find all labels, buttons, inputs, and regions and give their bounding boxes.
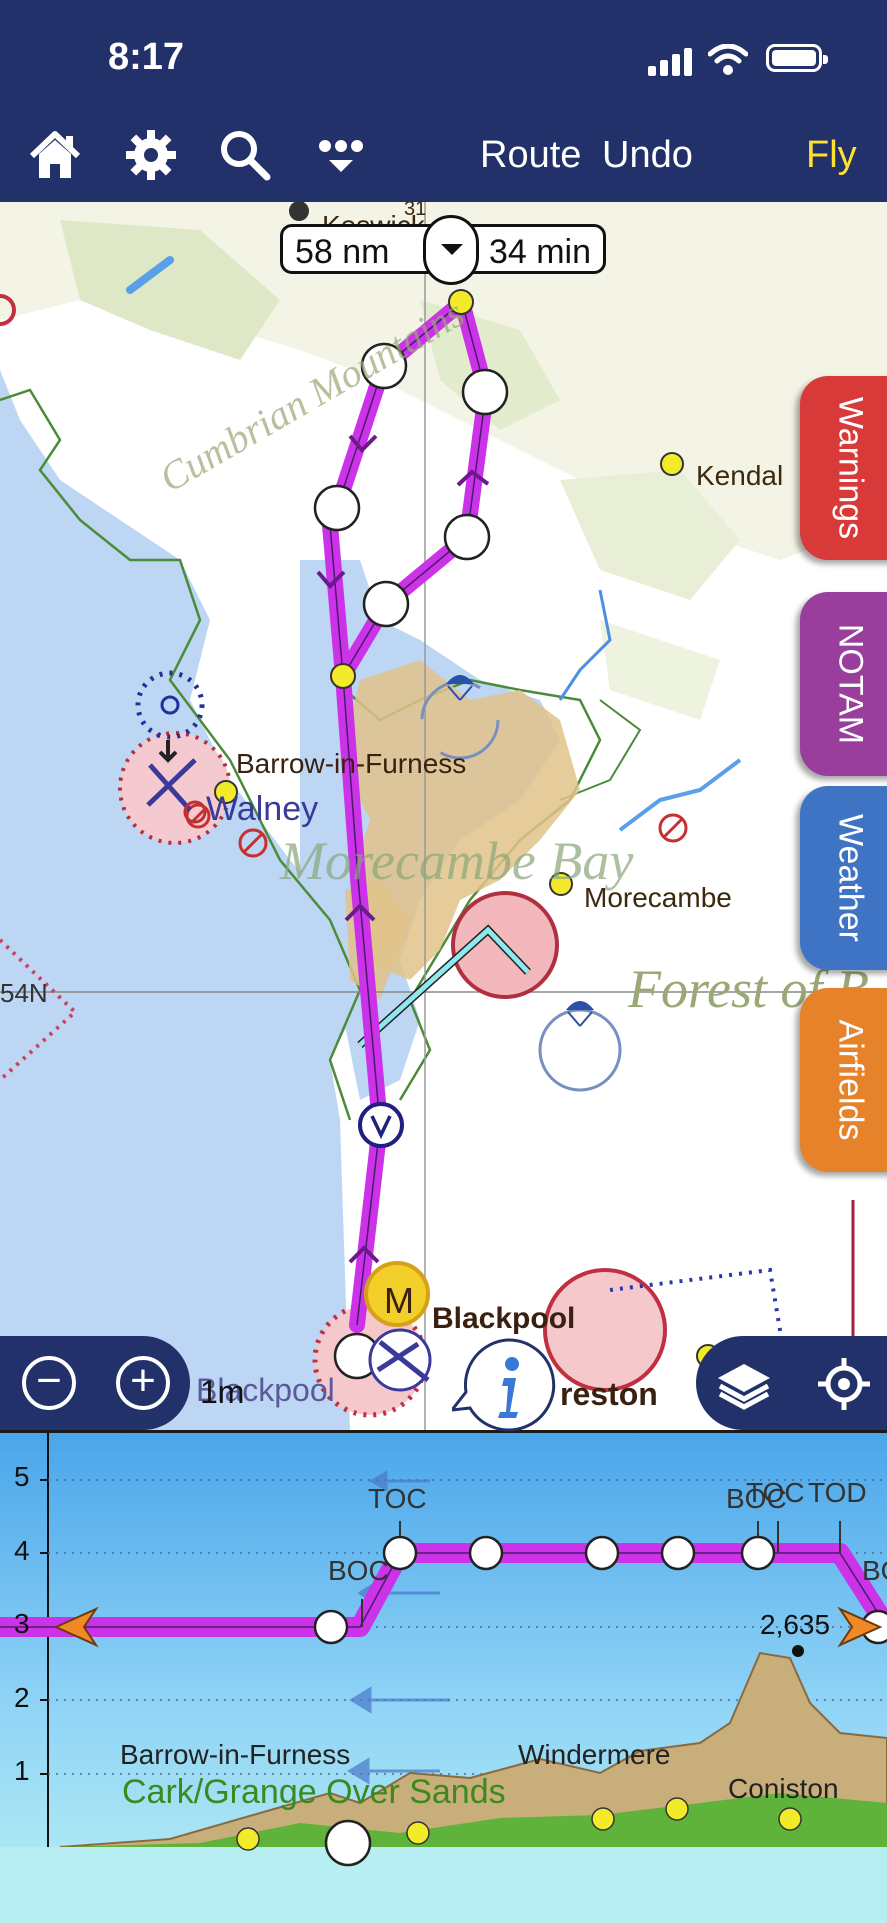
status-time: 8:17 [108,36,185,78]
route-time: 34 min [488,233,591,271]
tod-label: TOD [808,1477,867,1508]
map-view[interactable]: Keswick Cumbrian Mountains 31 Kendal Bar… [0,202,887,1430]
route-distance: 58 nm [295,233,390,271]
zoom-in-button[interactable]: + [116,1356,170,1410]
undo-button[interactable]: Undo [602,134,693,177]
wifi-icon [708,44,748,75]
more-icon[interactable] [314,128,368,182]
zoom-controls: − + [0,1336,190,1430]
profile-place-barrow: Barrow-in-Furness [120,1739,351,1770]
boc-label: BOC [328,1555,389,1586]
profile-place-coniston: Coniston [728,1773,839,1804]
profile-marker-partial: BO [862,1555,887,1586]
tab-notam[interactable]: NOTAM [800,592,887,776]
motorway-badge: M [384,1280,414,1321]
vertical-profile[interactable]: 5 4 3 2 1 TOC BOC BOC TOC TOD BO 2,635 B… [0,1430,887,1923]
layers-icon[interactable] [714,1354,774,1414]
town-dot [289,202,309,221]
map-tools [696,1336,887,1430]
route-summary[interactable]: 58 nm 34 min [280,215,606,285]
battery-icon [766,44,828,72]
route-menu-chevron-icon[interactable] [423,215,479,285]
y-tick-4: 4 [14,1535,30,1566]
map-canvas [0,202,887,1430]
tab-warnings[interactable]: Warnings [800,376,887,560]
tab-airfields[interactable]: Airfields [800,988,887,1172]
route-button[interactable]: Route [480,134,581,177]
toc-label: TOC [368,1483,427,1514]
place-label-preston: reston [560,1376,658,1412]
info-icon[interactable] [452,1330,562,1440]
y-tick-3: 3 [14,1608,30,1639]
map-number-label: 31 [404,202,427,220]
home-icon[interactable] [28,128,82,182]
search-icon[interactable] [218,128,272,182]
place-label-barrow: Barrow-in-Furness [236,748,467,779]
map-scale-label: 1m [200,1374,245,1410]
region-label-morecambe-bay: Morecambe Bay [280,831,634,891]
latitude-label: 54N [0,978,48,1008]
gear-icon[interactable] [124,128,178,182]
status-bar: 8:17 [0,0,887,118]
top-bar: 8:17 Route Undo Fly [0,0,887,202]
profile-place-cark: Cark/Grange Over Sands [122,1773,506,1811]
zoom-out-button[interactable]: − [22,1356,76,1410]
y-tick-2: 2 [14,1682,30,1713]
place-label-morecambe: Morecambe [584,882,732,913]
peak-elevation-label: 2,635 [760,1609,831,1640]
y-tick-5: 5 [14,1461,30,1492]
profile-place-windermere: Windermere [518,1739,671,1770]
tab-weather[interactable]: Weather [800,786,887,970]
airfield-label-walney: Walney [206,790,319,828]
fly-button[interactable]: Fly [806,134,857,177]
y-tick-1: 1 [14,1755,30,1786]
cellular-signal-icon [648,46,692,76]
locate-icon[interactable] [814,1354,874,1414]
place-label-kendal: Kendal [696,460,784,491]
toc-label-2: TOC [746,1477,805,1508]
